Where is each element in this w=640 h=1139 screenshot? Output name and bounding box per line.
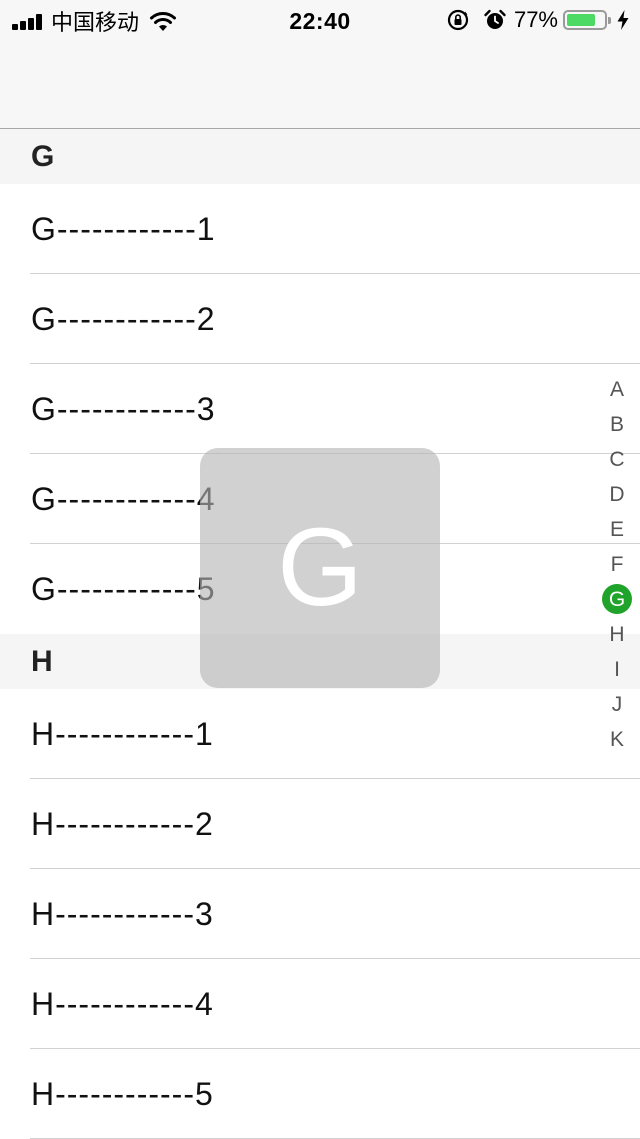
list-item[interactable]: G------------1 <box>0 184 640 274</box>
index-letter-a[interactable]: A <box>602 372 632 407</box>
index-letter-c[interactable]: C <box>602 442 632 477</box>
status-right: 77% <box>446 7 630 33</box>
status-bar: 中国移动 22:40 77% <box>0 0 640 40</box>
index-letter-h[interactable]: H <box>602 617 632 652</box>
charging-icon <box>617 10 629 30</box>
index-letter-d[interactable]: D <box>602 477 632 512</box>
index-letter-f[interactable]: F <box>602 547 632 582</box>
index-letter-k[interactable]: K <box>602 722 632 757</box>
list-item[interactable]: H------------3 <box>0 869 640 959</box>
battery-percent: 77% <box>513 7 558 32</box>
battery-icon <box>563 10 611 30</box>
list-item[interactable]: H------------4 <box>0 959 640 1049</box>
section-letter-overlay: G <box>200 448 440 688</box>
alarm-icon <box>484 9 506 29</box>
index-letter-e[interactable]: E <box>602 512 632 547</box>
list-item[interactable]: H------------5 <box>0 1049 640 1139</box>
index-letter-i[interactable]: I <box>602 652 632 687</box>
list-item[interactable]: H------------1 <box>0 689 640 779</box>
battery-fill <box>567 14 595 26</box>
navigation-bar <box>0 40 640 129</box>
section-header-g: G <box>0 129 640 184</box>
orientation-lock-icon <box>447 9 469 31</box>
index-letter-g-selected[interactable]: G <box>602 582 632 617</box>
list-item[interactable]: G------------3 <box>0 364 640 454</box>
list-item[interactable]: G------------2 <box>0 274 640 364</box>
section-index-bar[interactable]: A B C D E F G H I J K <box>602 372 632 757</box>
list-item[interactable]: H------------2 <box>0 779 640 869</box>
index-letter-b[interactable]: B <box>602 407 632 442</box>
index-letter-j[interactable]: J <box>602 687 632 722</box>
